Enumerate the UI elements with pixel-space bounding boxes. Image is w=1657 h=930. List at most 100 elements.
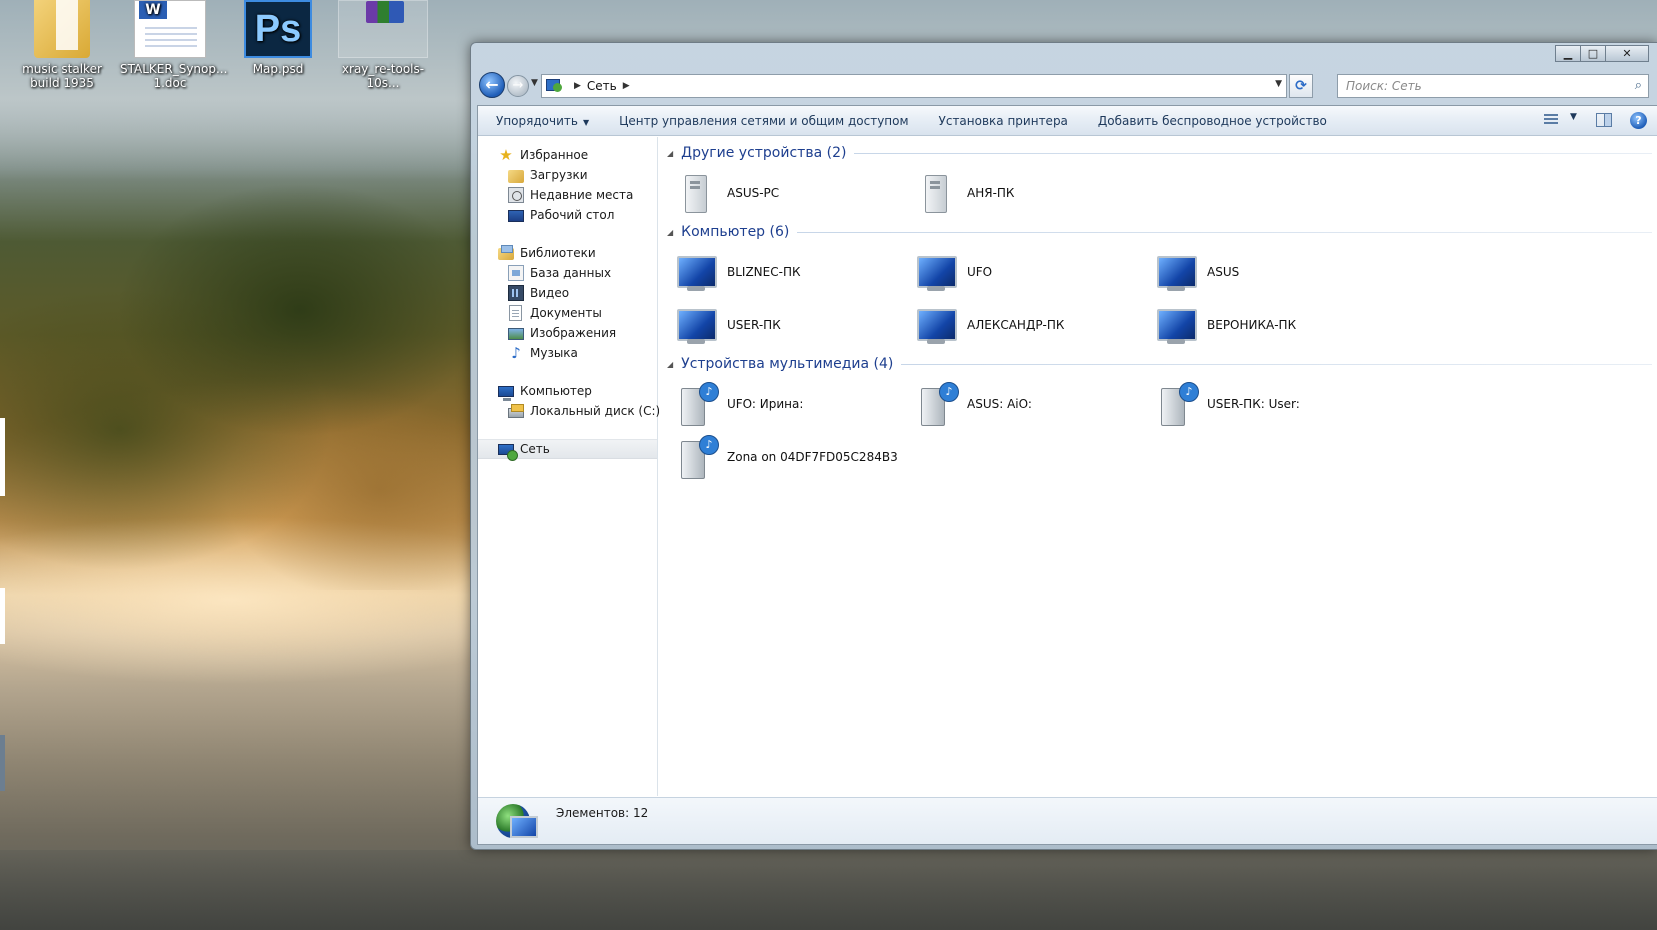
- offscreen-window-edge[interactable]: [0, 418, 5, 496]
- group-title: Другие устройства (2): [681, 145, 847, 161]
- media-device-item[interactable]: USER-ПК: User:: [1153, 380, 1393, 428]
- sidebar-item-network[interactable]: Сеть: [478, 439, 657, 461]
- media-device-item[interactable]: Zona on 04DF7FD05C284B3: [673, 433, 973, 481]
- database-library-icon: [508, 265, 524, 281]
- minimize-button[interactable]: ▁: [1555, 45, 1581, 62]
- item-label: UFO: [967, 265, 993, 279]
- server-icon: [913, 171, 961, 215]
- help-icon[interactable]: ?: [1630, 111, 1647, 129]
- maximize-button[interactable]: □: [1580, 45, 1606, 62]
- item-label: UFO: Ирина:: [727, 397, 804, 411]
- collapse-triangle-icon[interactable]: ◢: [667, 149, 673, 158]
- sidebar-item-documents[interactable]: Документы: [478, 303, 657, 323]
- network-center-button[interactable]: Центр управления сетями и общим доступом: [604, 114, 923, 128]
- back-button[interactable]: ←: [479, 72, 505, 98]
- group-title: Устройства мультимедиа (4): [681, 356, 894, 372]
- recent-pages-dropdown[interactable]: ▼: [531, 78, 538, 88]
- desktop-icon-music-stalker[interactable]: music stalker build 1935: [12, 0, 112, 90]
- media-device-item[interactable]: ASUS: AiO:: [913, 380, 1153, 428]
- breadcrumb-network[interactable]: Сеть: [587, 79, 617, 93]
- recent-places-icon: [508, 187, 524, 203]
- video-library-icon: [508, 285, 524, 301]
- sidebar-item-images[interactable]: Изображения: [478, 323, 657, 343]
- network-computer-item[interactable]: ASUS: [1153, 248, 1393, 296]
- sidebar-item-label: Недавние места: [530, 188, 634, 202]
- computer-icon: [1153, 250, 1201, 294]
- network-icon: [498, 444, 518, 461]
- chevron-down-icon: ▼: [582, 117, 590, 127]
- network-computer-item[interactable]: BLIZNEC-ПК: [673, 248, 913, 296]
- desktop-icon-stalker-doc[interactable]: STALKER_Synop... 1.doc: [120, 0, 227, 90]
- organize-label: Упорядочить: [496, 113, 578, 128]
- item-label: ASUS: AiO:: [967, 397, 1032, 411]
- desktop-icon-label: xray_re-tools-10s...: [341, 62, 425, 90]
- desktop-icon: [508, 210, 524, 222]
- navigation-bar: ← → ▼ ▶ Сеть ▶ ▼ ⟳ Поиск: Сеть ⌕: [479, 72, 1649, 100]
- group-header-media-devices[interactable]: ◢ Устройства мультимедиа (4): [667, 354, 1652, 374]
- item-label: ASUS-PC: [727, 186, 780, 200]
- details-pane: Элементов: 12: [478, 797, 1657, 844]
- network-computer-item[interactable]: UFO: [913, 248, 1153, 296]
- offscreen-window-edge[interactable]: [0, 588, 5, 644]
- folder-icon: [34, 0, 90, 58]
- sidebar-item-local-disk[interactable]: Локальный диск (C:): [478, 401, 660, 421]
- offscreen-window-edge[interactable]: [0, 735, 5, 791]
- preview-pane-icon[interactable]: [1596, 113, 1612, 127]
- sidebar-item-database[interactable]: База данных: [478, 263, 657, 283]
- desktop-forest: [0, 170, 470, 590]
- sidebar-item-label: Музыка: [530, 346, 578, 360]
- downloads-folder-icon: [508, 169, 524, 183]
- rar-archive-icon: [338, 0, 428, 58]
- computer-icon: [913, 250, 961, 294]
- libraries-group: Библиотеки База данных Видео Документы И…: [478, 243, 657, 363]
- desktop-icon-xray-tools[interactable]: xray_re-tools-10s...: [333, 0, 433, 90]
- address-dropdown-icon[interactable]: ▼: [1275, 79, 1282, 89]
- breadcrumb-separator-icon[interactable]: ▶: [623, 81, 630, 91]
- sidebar-item-libraries[interactable]: Библиотеки: [478, 243, 657, 263]
- sidebar-item-recent-places[interactable]: Недавние места: [478, 185, 657, 205]
- network-computer-item[interactable]: АЛЕКСАНДР-ПК: [913, 301, 1153, 349]
- close-button[interactable]: ✕: [1605, 45, 1649, 62]
- forward-button[interactable]: →: [507, 75, 529, 97]
- sidebar-item-computer[interactable]: Компьютер: [478, 381, 657, 401]
- collapse-triangle-icon[interactable]: ◢: [667, 228, 673, 237]
- search-placeholder: Поиск: Сеть: [1346, 79, 1422, 93]
- libraries-icon: [498, 245, 514, 260]
- search-input[interactable]: Поиск: Сеть ⌕: [1337, 74, 1649, 98]
- computer-icon: [498, 386, 514, 401]
- file-list: ◢ Другие устройства (2) ASUS-PC АНЯ-ПК ◢…: [659, 137, 1657, 796]
- desktop-lake: [0, 850, 1657, 930]
- sidebar-item-downloads[interactable]: Загрузки: [478, 165, 657, 185]
- collapse-triangle-icon[interactable]: ◢: [667, 360, 673, 369]
- change-view-icon[interactable]: [1544, 111, 1580, 129]
- breadcrumb-separator-icon[interactable]: ▶: [574, 81, 581, 91]
- network-device-item[interactable]: АНЯ-ПК: [913, 169, 1153, 217]
- sidebar-item-label: Загрузки: [530, 168, 588, 182]
- item-label: АЛЕКСАНДР-ПК: [967, 318, 1065, 332]
- refresh-button[interactable]: ⟳: [1289, 74, 1313, 98]
- sidebar-item-video[interactable]: Видео: [478, 283, 657, 303]
- sidebar-item-label: Библиотеки: [520, 246, 596, 260]
- network-computer-item[interactable]: USER-ПК: [673, 301, 913, 349]
- sidebar-item-desktop[interactable]: Рабочий стол: [478, 205, 657, 225]
- item-label: BLIZNEC-ПК: [727, 265, 801, 279]
- add-printer-button[interactable]: Установка принтера: [924, 114, 1083, 128]
- item-label: USER-ПК: User:: [1207, 397, 1300, 411]
- network-device-item[interactable]: ASUS-PC: [673, 169, 913, 217]
- network-computer-item[interactable]: ВЕРОНИКА-ПК: [1153, 301, 1393, 349]
- sidebar-item-label: Видео: [530, 286, 570, 300]
- add-wireless-device-button[interactable]: Добавить беспроводное устройство: [1083, 114, 1342, 128]
- group-header-computers[interactable]: ◢ Компьютер (6): [667, 222, 1652, 242]
- sidebar-item-label: Рабочий стол: [530, 208, 615, 222]
- organize-button[interactable]: Упорядочить ▼: [478, 114, 604, 128]
- group-header-other-devices[interactable]: ◢ Другие устройства (2): [667, 143, 1652, 163]
- sidebar-item-music[interactable]: ♪ Музыка: [478, 343, 657, 363]
- item-label: USER-ПК: [727, 318, 781, 332]
- media-device-item[interactable]: UFO: Ирина:: [673, 380, 913, 428]
- computer-icon: [913, 303, 961, 347]
- address-bar[interactable]: ▶ Сеть ▶ ▼: [541, 74, 1287, 98]
- sidebar-item-favorites[interactable]: ★ Избранное: [478, 145, 657, 165]
- server-icon: [673, 171, 721, 215]
- search-icon[interactable]: ⌕: [1635, 75, 1642, 97]
- desktop-icon-map-psd[interactable]: Ps Map.psd: [228, 0, 328, 76]
